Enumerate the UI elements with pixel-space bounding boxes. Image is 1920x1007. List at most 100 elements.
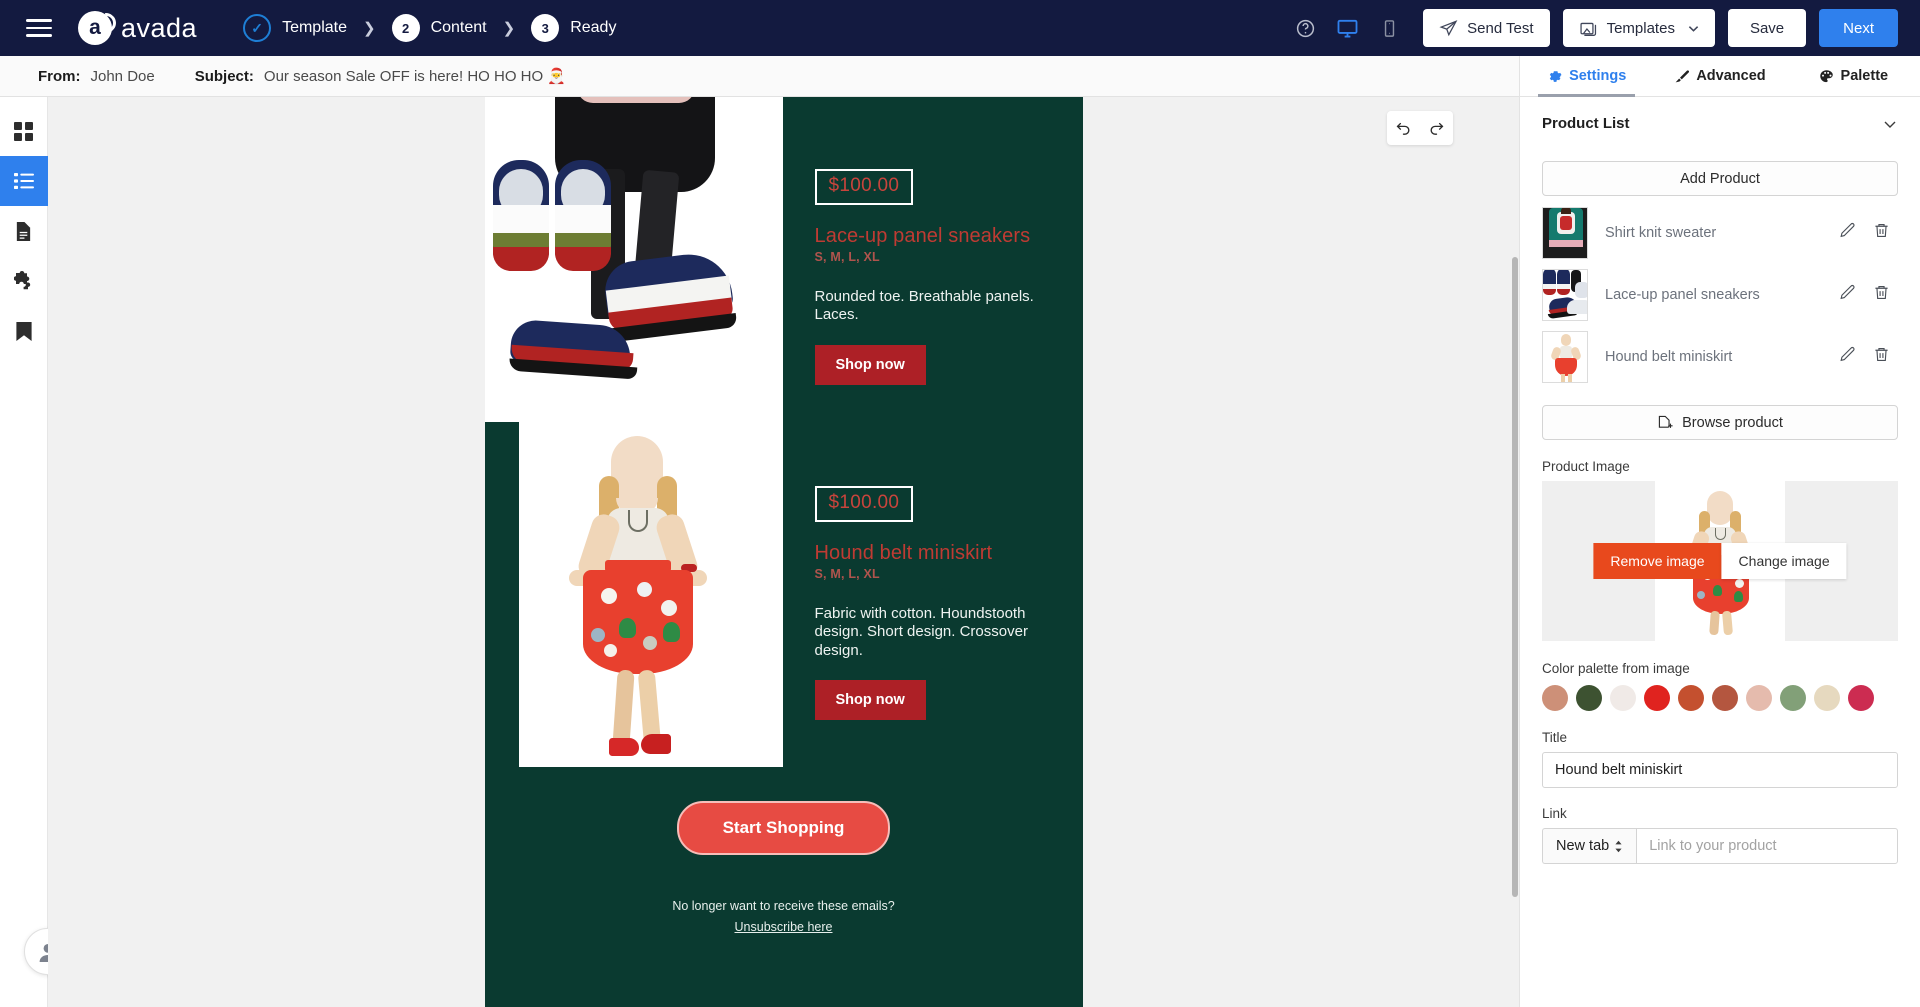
product-image-sneakers[interactable]	[484, 97, 783, 422]
email-product-row-miniskirt[interactable]: $100.00 Hound belt miniskirt S, M, L, XL…	[484, 422, 1083, 767]
add-product-label: Add Product	[1680, 170, 1760, 187]
link-target-select[interactable]: New tab	[1542, 828, 1637, 864]
sidebar-item-page[interactable]	[0, 206, 48, 256]
send-test-label: Send Test	[1467, 19, 1534, 37]
email-footer: Start Shopping No longer want to receive…	[484, 767, 1083, 966]
email-product-row-sneakers[interactable]: $100.00 Lace-up panel sneakers S, M, L, …	[484, 97, 1083, 422]
tab-settings[interactable]: Settings	[1520, 56, 1653, 97]
step-chevron-icon: ❯	[363, 20, 376, 37]
help-circle-icon[interactable]	[1284, 7, 1326, 49]
list-item[interactable]: Hound belt miniskirt	[1542, 326, 1898, 388]
undo-icon[interactable]	[1395, 120, 1412, 137]
swatch-0[interactable]	[1542, 685, 1568, 711]
chevron-down-icon	[1688, 25, 1699, 32]
image-action-buttons: Remove image Change image	[1593, 543, 1847, 579]
palette-icon	[1819, 69, 1833, 82]
browse-product-button[interactable]: Browse product	[1542, 405, 1898, 440]
swatch-2[interactable]	[1610, 685, 1636, 711]
tab-advanced[interactable]: Advanced	[1653, 56, 1786, 96]
canvas-scrollbar[interactable]	[1512, 257, 1518, 897]
from-value[interactable]: John Doe	[91, 68, 155, 85]
swatch-6[interactable]	[1746, 685, 1772, 711]
desktop-icon[interactable]	[1326, 7, 1368, 49]
list-item[interactable]: Lace-up panel sneakers	[1542, 264, 1898, 326]
save-button[interactable]: Save	[1727, 9, 1807, 47]
product-sizes-2: S, M, L, XL	[814, 567, 880, 581]
product-image-miniskirt[interactable]	[484, 422, 783, 767]
browse-product-label: Browse product	[1682, 414, 1783, 431]
shop-now-button[interactable]: Shop now	[814, 344, 926, 385]
product-list: Shirt knit sweater Lace-up panel sneaker…	[1542, 202, 1898, 388]
panel-tabs: Settings Advanced Palette	[1520, 56, 1920, 97]
product-name: Hound belt miniskirt	[1605, 349, 1733, 365]
step-template[interactable]: Template	[243, 14, 347, 42]
settings-panel: Settings Advanced Palette Product List A…	[1519, 56, 1920, 1007]
swatch-5[interactable]	[1712, 685, 1738, 711]
hamburger-menu-icon[interactable]	[26, 14, 52, 42]
unsubscribe-link[interactable]: Unsubscribe here	[735, 920, 833, 934]
product-sizes: S, M, L, XL	[814, 250, 880, 264]
panel-body: Add Product Shirt knit sweater Lace-up p…	[1520, 161, 1920, 864]
trash-icon[interactable]	[1864, 346, 1898, 368]
sidebar-item-blocks[interactable]	[0, 106, 48, 156]
link-input[interactable]	[1636, 828, 1898, 864]
title-label: Title	[1542, 730, 1568, 745]
top-bar-actions: Send Test Templates Save Next	[1284, 7, 1920, 49]
swatch-9[interactable]	[1848, 685, 1874, 711]
list-item[interactable]: Shirt knit sweater	[1542, 202, 1898, 264]
shop-now-button-2[interactable]: Shop now	[814, 679, 926, 720]
add-product-button[interactable]: Add Product	[1542, 161, 1898, 196]
tab-palette-label: Palette	[1840, 68, 1889, 84]
product-image-preview[interactable]: Remove image Change image	[1542, 481, 1898, 641]
step-breadcrumb: Template ❯ 2 Content ❯ 3 Ready	[243, 14, 616, 42]
step-content[interactable]: 2 Content	[391, 14, 487, 42]
sidebar-item-content-list[interactable]	[0, 156, 48, 206]
avada-logo: a avada	[78, 11, 197, 45]
sidebar-item-saved[interactable]	[0, 306, 48, 356]
change-image-button[interactable]: Change image	[1721, 543, 1847, 579]
sidebar-item-elements[interactable]	[0, 256, 48, 306]
chevron-down-icon[interactable]	[1882, 116, 1898, 132]
product-thumbnail-sweater	[1542, 207, 1588, 259]
step-ready-badge: 3	[531, 14, 560, 42]
swatch-3[interactable]	[1644, 685, 1670, 711]
start-shopping-button[interactable]: Start Shopping	[676, 801, 891, 855]
mobile-icon[interactable]	[1368, 7, 1410, 49]
product-name: Lace-up panel sneakers	[1605, 287, 1760, 303]
avada-logo-mark: a	[78, 11, 112, 45]
pencil-icon[interactable]	[1830, 284, 1864, 306]
step-ready[interactable]: 3 Ready	[531, 14, 616, 42]
top-bar: a avada Template ❯ 2 Content ❯ 3 Ready	[0, 0, 1920, 56]
remove-image-button[interactable]: Remove image	[1593, 543, 1722, 579]
pencil-icon[interactable]	[1830, 346, 1864, 368]
product-list-section-header[interactable]: Product List	[1520, 97, 1920, 147]
tab-palette[interactable]: Palette	[1787, 56, 1920, 96]
pencil-icon[interactable]	[1830, 222, 1864, 244]
send-test-button[interactable]: Send Test	[1423, 9, 1550, 47]
swatch-1[interactable]	[1576, 685, 1602, 711]
step-content-label: Content	[430, 19, 487, 36]
email-canvas: $100.00 Lace-up panel sneakers S, M, L, …	[48, 97, 1519, 1007]
step-template-label: Template	[282, 19, 347, 36]
product-price: $100.00	[814, 169, 914, 205]
next-button[interactable]: Next	[1819, 9, 1898, 47]
step-content-badge: 2	[391, 14, 420, 42]
product-title-2[interactable]: Hound belt miniskirt	[815, 542, 1049, 565]
title-input[interactable]	[1542, 752, 1898, 788]
trash-icon[interactable]	[1864, 222, 1898, 244]
step-template-check-icon	[243, 14, 272, 42]
templates-button[interactable]: Templates	[1562, 9, 1715, 47]
swatch-4[interactable]	[1678, 685, 1704, 711]
updown-chevron-icon	[1615, 840, 1622, 852]
subject-value[interactable]: Our season Sale OFF is here! HO HO HO 🎅	[264, 67, 566, 85]
tab-settings-label: Settings	[1569, 68, 1627, 84]
swatch-8[interactable]	[1814, 685, 1840, 711]
product-title[interactable]: Lace-up panel sneakers	[815, 225, 1049, 248]
product-image-label: Product Image	[1542, 459, 1630, 474]
redo-icon[interactable]	[1428, 120, 1445, 137]
link-target-value: New tab	[1556, 838, 1610, 854]
tab-advanced-label: Advanced	[1696, 68, 1766, 84]
color-palette-swatches	[1542, 685, 1898, 711]
swatch-7[interactable]	[1780, 685, 1806, 711]
trash-icon[interactable]	[1864, 284, 1898, 306]
